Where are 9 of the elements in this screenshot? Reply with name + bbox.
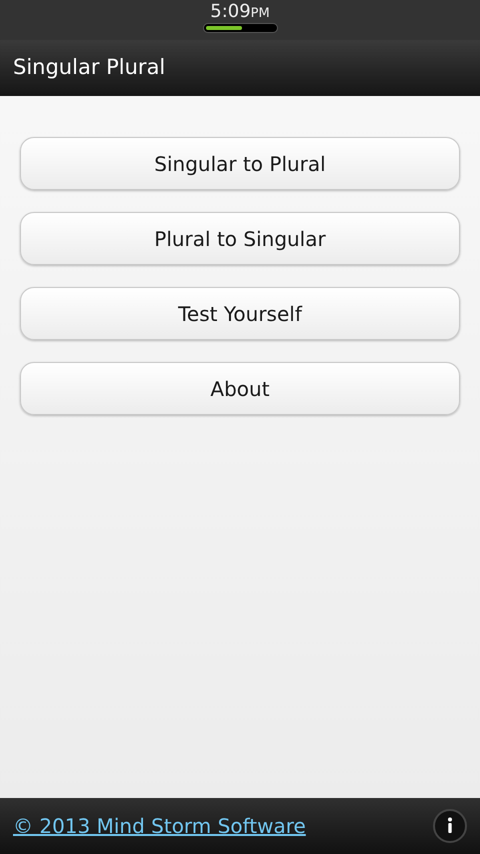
status-time: 5:09: [210, 3, 251, 21]
info-icon[interactable]: [433, 809, 467, 843]
battery-icon: [202, 23, 278, 33]
status-period: PM: [250, 7, 270, 20]
menu-button[interactable]: Singular to Plural: [20, 137, 460, 190]
menu-button[interactable]: Plural to Singular: [20, 212, 460, 265]
menu-button[interactable]: About: [20, 362, 460, 415]
menu-button[interactable]: Test Yourself: [20, 287, 460, 340]
app-title: Singular Plural: [13, 54, 166, 82]
